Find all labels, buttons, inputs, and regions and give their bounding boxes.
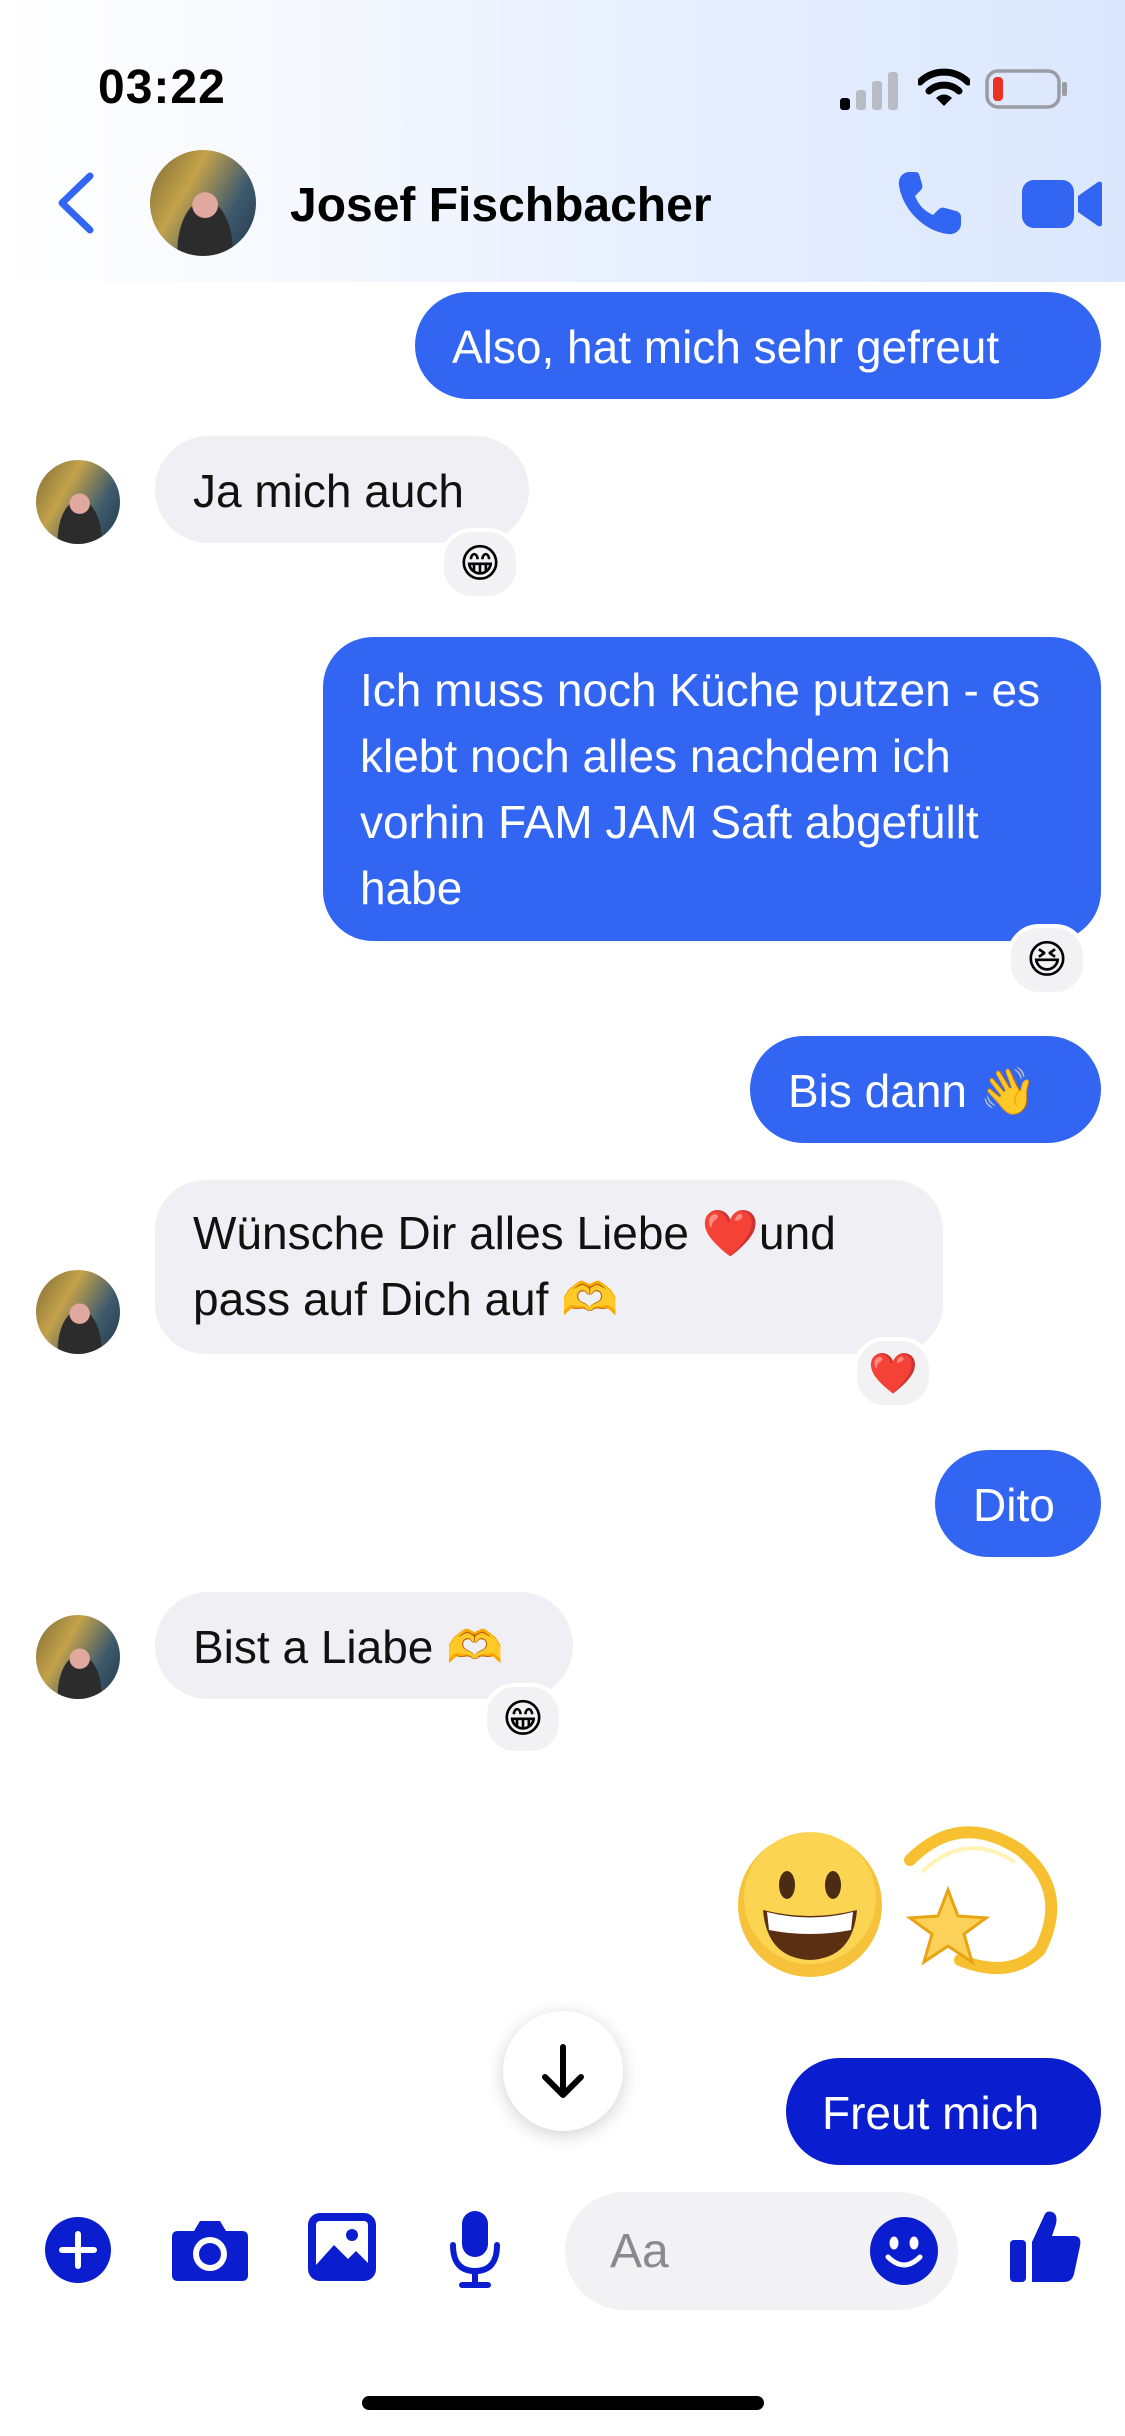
message-bubble-outgoing[interactable]: Also, hat mich sehr gefreut [415, 292, 1101, 399]
reaction-badge[interactable]: 😁 [440, 528, 520, 600]
wifi-icon [918, 68, 970, 106]
reaction-badge[interactable]: ❤️ [853, 1337, 933, 1409]
contact-name[interactable]: Josef Fischbacher [290, 178, 712, 233]
message-bubble-outgoing[interactable]: Dito [935, 1450, 1101, 1557]
home-indicator [362, 2396, 764, 2410]
camera-icon[interactable] [172, 2215, 248, 2281]
microphone-icon[interactable] [448, 2209, 502, 2289]
message-bubble-incoming[interactable]: Ja mich auch [155, 436, 529, 543]
message-bubble-outgoing[interactable]: Ich muss noch Küche putzen - es klebt no… [323, 637, 1101, 941]
chevron-left-icon[interactable] [54, 170, 98, 236]
sender-avatar[interactable] [36, 460, 120, 544]
message-text: Ja mich auch [193, 465, 465, 517]
grinning-face-emoji[interactable] [735, 1830, 885, 1980]
phone-icon[interactable] [895, 168, 965, 238]
reaction-badge[interactable]: 😁 [483, 1683, 563, 1755]
message-text: Freut mich [822, 2087, 1040, 2139]
message-bubble-outgoing[interactable]: Freut mich [786, 2058, 1101, 2165]
sender-avatar[interactable] [36, 1270, 120, 1354]
plus-icon[interactable] [45, 2217, 111, 2283]
contact-avatar[interactable] [150, 150, 256, 256]
message-text: Bist a Liabe 🫶 [193, 1621, 504, 1673]
smiley-icon[interactable] [870, 2217, 938, 2285]
image-icon[interactable] [308, 2213, 376, 2281]
battery-icon [985, 69, 1067, 109]
cellular-signal-icon [840, 72, 898, 110]
scroll-to-bottom-button[interactable] [503, 2011, 623, 2131]
message-bubble-incoming[interactable]: Wünsche Dir alles Liebe ❤️und pass auf D… [155, 1180, 943, 1354]
message-text: Bis dann 👋 [788, 1065, 1038, 1117]
chat-header: 03:22 Josef Fischbacher [0, 0, 1125, 282]
message-text: Wünsche Dir alles Liebe ❤️und pass auf D… [193, 1207, 836, 1325]
status-time: 03:22 [98, 61, 226, 114]
message-bubble-outgoing[interactable]: Bis dann 👋 [750, 1036, 1101, 1143]
video-camera-icon[interactable] [1020, 176, 1102, 232]
arrow-down-icon [542, 2044, 584, 2098]
message-text: Ich muss noch Küche putzen - es klebt no… [360, 664, 1041, 914]
thumbs-up-icon[interactable] [1010, 2208, 1082, 2284]
message-text: Dito [973, 1479, 1055, 1531]
reaction-badge[interactable]: 😆 [1007, 924, 1087, 996]
message-text: Also, hat mich sehr gefreut [452, 321, 1000, 373]
dizzy-star-emoji[interactable] [900, 1820, 1060, 1980]
sender-avatar[interactable] [36, 1615, 120, 1699]
